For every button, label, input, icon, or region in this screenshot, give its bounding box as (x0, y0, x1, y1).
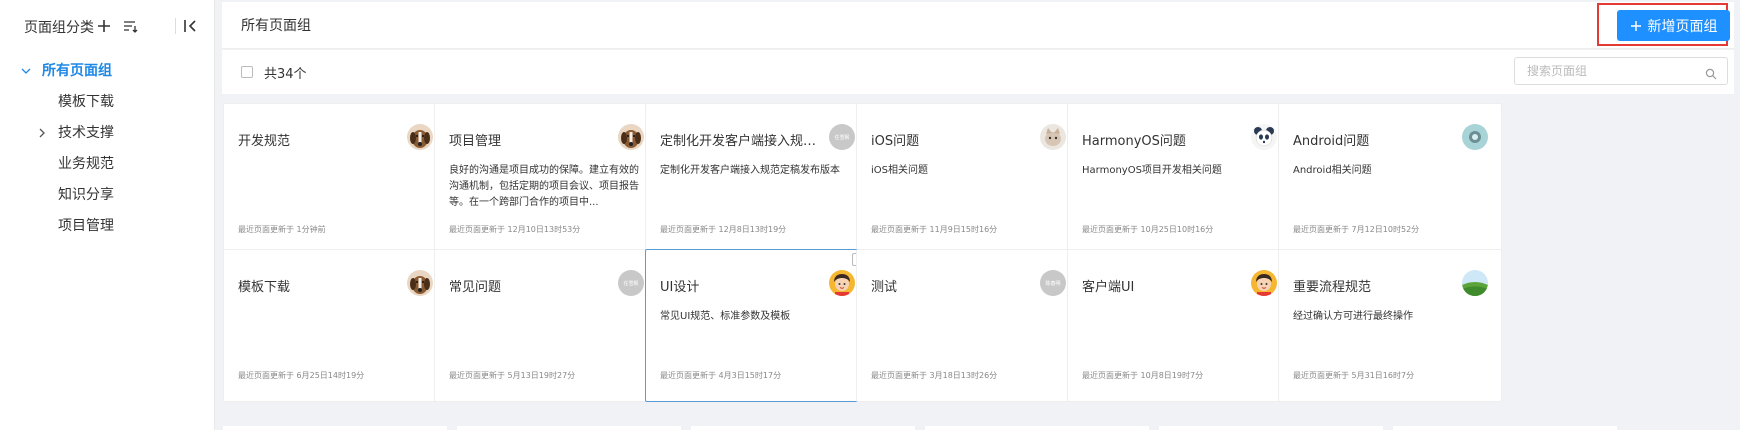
teal-avatar (1462, 124, 1488, 150)
page-group-card[interactable]: 定制化开发客户端接入规范... 定制化开发客户端接入规范定稿发布版本 最近页面更新于… (645, 103, 869, 256)
tree-item-label: 技术支撑 (58, 124, 114, 141)
next-row-card (925, 426, 1149, 430)
card-title: HarmonyOS问题 (1082, 134, 1186, 149)
tree-item-project-management[interactable]: 项目管理 (0, 209, 214, 240)
next-row-card (223, 426, 447, 430)
page-group-card[interactable]: 重要流程规范经过确认方可进行最终操作 最近页面更新于 5月31日16时7分 (1278, 249, 1502, 402)
card-title: 常见问题 (449, 280, 502, 295)
next-row-card (1393, 426, 1617, 430)
card-description: 常见UI规范、标准参数及模板 (660, 311, 791, 322)
tree-item-tech-support[interactable]: 技术支撑 (0, 116, 214, 147)
collapse-sidebar-icon[interactable] (181, 17, 199, 35)
add-category-icon[interactable] (95, 17, 113, 35)
card-title: 项目管理 (449, 134, 502, 149)
chevron-down-icon[interactable] (21, 64, 31, 74)
card-title: 开发规范 (238, 134, 291, 149)
sidebar-header: 页面组分类 (0, 0, 214, 54)
gray-avatar: 任雪枫 (618, 270, 644, 296)
tree-item-label: 项目管理 (58, 217, 114, 234)
card-description: 良好的沟通是项目成功的保障。建立有效的沟通机制，包括定期的项目会议、项目报告等。… (449, 165, 639, 208)
page-group-card[interactable]: HarmonyOS问题 HarmonyOS项目开发相关问题 最近页面更新于 10月2… (1067, 103, 1291, 256)
sort-icon[interactable] (121, 17, 139, 35)
page-group-card[interactable]: iOS问题 iOS相关问题最近页面更新于 11月9日15时16分 (856, 103, 1080, 256)
card-updated-time: 最近页面更新于 12月8日13时19分 (660, 225, 787, 234)
next-row-card (457, 426, 681, 430)
card-description: 定制化开发客户端接入规范定稿发布版本 (660, 165, 840, 176)
card-updated-time: 最近页面更新于 7月12日10时52分 (1293, 225, 1420, 234)
card-updated-time: 最近页面更新于 10月8日19时7分 (1082, 371, 1204, 380)
avatar-initials: 陈春明 (1045, 280, 1061, 287)
dog-avatar (407, 270, 433, 296)
tree-item-business-spec[interactable]: 业务规范 (0, 147, 214, 178)
chevron-right-icon[interactable] (37, 126, 47, 138)
tree-item-label: 业务规范 (58, 155, 114, 172)
category-tree: 所有页面组 模板下载 技术支撑 业务规范 知识分享 项目管理 (0, 54, 214, 240)
landscape-avatar (1462, 270, 1488, 296)
tree-item-knowledge-share[interactable]: 知识分享 (0, 178, 214, 209)
search-box (1514, 57, 1728, 85)
card-description: HarmonyOS项目开发相关问题 (1082, 165, 1222, 176)
tree-item-all-groups[interactable]: 所有页面组 (0, 54, 214, 85)
select-all-checkbox[interactable] (241, 66, 253, 78)
dog-avatar (618, 124, 644, 150)
card-title: 定制化开发客户端接入规范... (660, 134, 820, 149)
main-header: 所有页面组 (222, 2, 1734, 49)
card-description: Android相关问题 (1293, 165, 1372, 176)
tree-item-label: 知识分享 (58, 186, 114, 203)
sidebar: 页面组分类 所有页面组 模板下载 技术支撑 业务规范 知识分享 项目管理 (0, 0, 215, 430)
page-group-card[interactable]: 测试最近页面更新于 3月18日13时26分 陈春明 (856, 249, 1080, 402)
card-updated-time: 最近页面更新于 6月25日14时19分 (238, 371, 365, 380)
gray-avatar: 任雪枫 (829, 124, 855, 150)
card-updated-time: 最近页面更新于 5月13日19时27分 (449, 371, 576, 380)
card-title: iOS问题 (871, 134, 920, 149)
page-title: 所有页面组 (241, 18, 311, 34)
gray-avatar: 陈春明 (1040, 270, 1066, 296)
card-updated-time: 最近页面更新于 1分钟前 (238, 225, 326, 234)
tree-item-template-download[interactable]: 模板下载 (0, 85, 214, 116)
add-button-label: 新增页面组 (1647, 18, 1718, 35)
page-group-card[interactable]: 项目管理良好的沟通是项目成功的保障。建立有效的沟通机制，包括定期的项目会议、项目… (434, 103, 658, 256)
avatar-initials: 任雪枫 (834, 134, 850, 141)
card-updated-time: 最近页面更新于 10月25日10时16分 (1082, 225, 1214, 234)
next-row-card (691, 426, 915, 430)
card-title: UI设计 (660, 280, 700, 295)
page-group-card[interactable]: 模板下载最近页面更新于 6月25日14时19分 (223, 249, 447, 402)
toolbar: 共34个 (222, 50, 1734, 94)
card-description: 经过确认方可进行最终操作 (1293, 311, 1413, 322)
card-updated-time: 最近页面更新于 3月18日13时26分 (871, 371, 998, 380)
search-icon[interactable] (1705, 65, 1717, 84)
page-group-card[interactable]: 客户端UI 最近页面更新于 10月8日19时7分 (1067, 249, 1291, 402)
dog-avatar (407, 124, 433, 150)
page-group-card[interactable]: Android问题 Android相关问题最近页面更新于 7月12日10时52分 (1278, 103, 1502, 256)
card-description: iOS相关问题 (871, 165, 928, 176)
next-row-card (1159, 426, 1383, 430)
tree-item-label: 所有页面组 (42, 62, 112, 79)
person-avatar (1251, 270, 1277, 296)
item-count: 共34个 (264, 66, 307, 82)
add-page-group-button[interactable]: 新增页面组 (1617, 10, 1730, 41)
panda-avatar (1251, 124, 1277, 150)
card-title: 测试 (871, 280, 898, 295)
card-title: 重要流程规范 (1293, 280, 1372, 295)
page-group-card[interactable]: 常见问题最近页面更新于 5月13日19时27分 任雪枫 (434, 249, 658, 402)
page-group-card[interactable]: UI设计常见UI规范、标准参数及模板 最近页面更新于 4月3日15时17分 (645, 249, 869, 402)
card-updated-time: 最近页面更新于 12月10日13时53分 (449, 225, 581, 234)
card-updated-time: 最近页面更新于 4月3日15时17分 (660, 371, 782, 380)
card-updated-time: 最近页面更新于 11月9日15时16分 (871, 225, 998, 234)
avatar-initials: 任雪枫 (623, 280, 639, 287)
card-updated-time: 最近页面更新于 5月31日16时7分 (1293, 371, 1415, 380)
cat-avatar (1040, 124, 1066, 150)
search-input[interactable] (1525, 63, 1699, 79)
tree-item-label: 模板下载 (58, 93, 114, 110)
card-title: 模板下载 (238, 280, 291, 295)
card-title: 客户端UI (1082, 280, 1135, 295)
plus-icon (1630, 20, 1641, 31)
person-avatar (829, 270, 855, 296)
header-divider (175, 18, 176, 34)
sidebar-title: 页面组分类 (24, 20, 94, 36)
card-title: Android问题 (1293, 134, 1370, 149)
page-group-card[interactable]: 开发规范最近页面更新于 1分钟前 (223, 103, 447, 256)
